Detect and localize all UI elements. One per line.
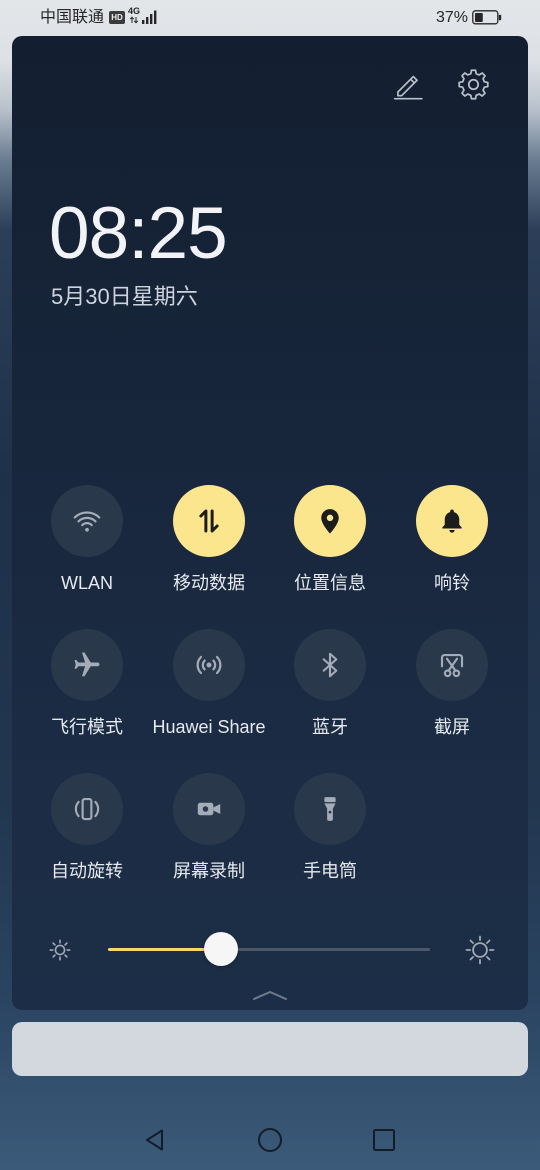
bell-icon [442,509,462,533]
screenshot-scissors-icon [440,653,464,678]
tile-huawei-share-label: Huawei Share [152,717,266,737]
tile-airplane-mode[interactable]: 飞行模式 [27,629,147,738]
edit-icon[interactable] [391,67,425,101]
tile-bluetooth[interactable]: 蓝牙 [270,629,390,738]
tile-ring-label: 响铃 [434,573,470,593]
airplane-icon [74,652,100,677]
tile-screen-recording-button[interactable] [173,773,245,845]
tile-auto-rotate[interactable]: 自动旋转 [27,773,147,882]
quick-settings-panel: 08:25 5月30日星期六 WLAN 移动数据 位置信息 响铃 飞行模式 Hu… [12,36,528,1010]
video-camera-icon [197,802,221,816]
tile-location-button[interactable] [294,485,366,557]
tile-bluetooth-label: 蓝牙 [312,717,348,737]
network-type: 4G [128,6,141,16]
sun-large-icon [465,935,495,965]
hd-voice-badge: HD [109,11,125,24]
home-icon[interactable] [256,1126,284,1154]
tile-mobile-data-label: 移动数据 [173,573,245,593]
brightness-slider[interactable] [108,932,430,966]
status-bar: 中国联通 HD 4G 37% [0,0,540,36]
clock-date[interactable]: 5月30日星期六 [51,283,198,311]
flashlight-icon [324,797,336,821]
tile-flashlight[interactable]: 手电筒 [270,773,390,882]
back-icon[interactable] [142,1127,168,1153]
tile-screenshot[interactable]: 截屏 [392,629,512,738]
tile-screen-recording-label: 屏幕录制 [173,861,245,881]
clock-time[interactable]: 08:25 [49,197,228,270]
bluetooth-icon [322,652,338,678]
location-pin-icon [321,509,339,534]
tile-bluetooth-button[interactable] [294,629,366,701]
tile-location[interactable]: 位置信息 [270,485,390,594]
tile-flashlight-label: 手电筒 [303,861,357,881]
gear-icon[interactable] [456,67,491,102]
signal-strength-icon [142,10,157,24]
tile-screen-recording[interactable]: 屏幕录制 [149,773,269,882]
tile-auto-rotate-button[interactable] [51,773,123,845]
tile-airplane-mode-button[interactable] [51,629,123,701]
tile-wlan-label: WLAN [60,573,113,593]
chevron-up-icon[interactable] [252,989,288,1001]
auto-rotate-icon [74,797,100,821]
tile-screenshot-label: 截屏 [434,717,470,737]
huawei-share-icon [196,655,222,675]
tile-location-label: 位置信息 [294,573,366,593]
tile-ring-button[interactable] [416,485,488,557]
tile-auto-rotate-label: 自动旋转 [51,861,123,881]
battery-icon [472,10,502,25]
tile-wlan-button[interactable] [51,485,123,557]
mobile-data-icon [199,509,219,533]
tile-ring[interactable]: 响铃 [392,485,512,594]
tile-screenshot-button[interactable] [416,629,488,701]
tile-mobile-data[interactable]: 移动数据 [149,485,269,594]
tile-huawei-share[interactable]: Huawei Share [149,629,269,738]
carrier-name: 中国联通 [40,9,105,26]
tile-huawei-share-button[interactable] [173,629,245,701]
tile-airplane-mode-label: 飞行模式 [51,717,123,737]
data-activity-icon [129,16,139,24]
wifi-icon [73,511,101,532]
brightness-slider-thumb[interactable] [203,932,238,966]
sun-small-icon [49,939,71,961]
tile-flashlight-button[interactable] [294,773,366,845]
notification-card[interactable] [12,1022,528,1076]
tile-wlan[interactable]: WLAN [27,485,147,594]
recents-icon[interactable] [371,1127,397,1153]
tile-mobile-data-button[interactable] [173,485,245,557]
battery-percent: 37% [436,9,469,26]
